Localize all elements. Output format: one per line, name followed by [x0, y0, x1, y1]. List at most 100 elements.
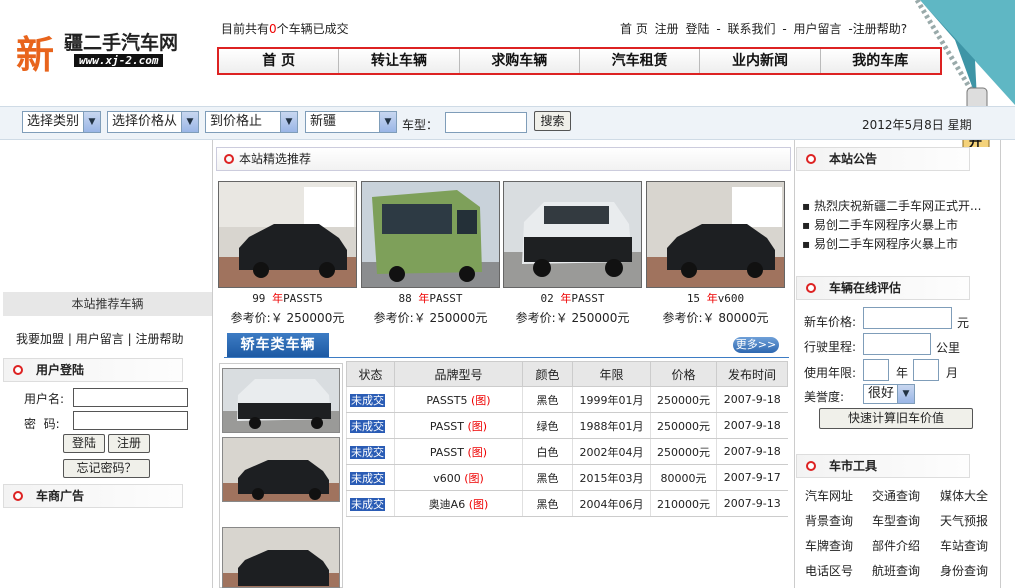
price-from-value: 选择价格从	[112, 114, 178, 129]
site-logo[interactable]: 新 疆二手汽车网 www.xj-2.com	[12, 18, 182, 77]
car-photo-icon	[223, 438, 339, 501]
notice-item[interactable]: ▪ 易创二手车网程序火暴上市	[802, 235, 958, 252]
tools-title: 车市工具	[829, 459, 878, 473]
featured-car-photo[interactable]	[218, 181, 357, 288]
photo-link[interactable]: (图)	[471, 394, 491, 407]
tool-link[interactable]: 汽车网址	[805, 487, 853, 504]
tab-corner	[182, 358, 212, 382]
featured-caption[interactable]: 15 年v600	[644, 290, 787, 306]
table-row[interactable]: 未成交 PASST (图) 白色 2002年04月 250000元 2007-9-18	[346, 438, 788, 465]
logo-url: www.xj-2.com	[74, 54, 164, 67]
featured-caption[interactable]: 99 年PASST5	[216, 290, 359, 306]
photo-link[interactable]: (图)	[468, 420, 488, 433]
model-link[interactable]: PASST	[430, 420, 464, 433]
tool-link[interactable]: 天气预报	[940, 512, 988, 529]
tool-link[interactable]: 车牌查询	[805, 537, 853, 554]
region-select[interactable]: 新疆 ▼	[305, 111, 397, 133]
sedan-title: 轿车类车辆	[227, 333, 329, 357]
col-price: 价格	[650, 361, 717, 387]
model-link[interactable]: v600	[433, 472, 461, 485]
featured-car-photo[interactable]	[361, 181, 500, 288]
more-button[interactable]: 更多>>	[733, 337, 779, 353]
tab-corner	[969, 454, 999, 478]
color-cell: 黑色	[522, 386, 573, 413]
date-cell: 2007-9-18	[716, 438, 788, 465]
sep: |	[67, 332, 72, 346]
tool-link[interactable]: 电话区号	[805, 562, 853, 579]
top-link-register[interactable]: 注册	[655, 22, 679, 36]
nav-transfer[interactable]: 转让车辆	[339, 49, 460, 73]
model-link[interactable]: 奥迪A6	[429, 498, 466, 511]
nav-rental[interactable]: 汽车租赁	[579, 49, 701, 73]
notice-text: 易创二手车网程序火暴上市	[813, 237, 958, 251]
model-link[interactable]: PASST5	[426, 394, 467, 407]
nav-news[interactable]: 业内新闻	[700, 49, 821, 73]
years-input[interactable]	[863, 359, 889, 381]
forgot-password-button[interactable]: 忘记密码？	[63, 459, 150, 478]
top-link-sep: -	[782, 22, 787, 36]
table-row[interactable]: 未成交 奥迪A6 (图) 黑色 2004年06月 210000元 2007-9-13	[346, 490, 788, 517]
login-button[interactable]: 登陆	[63, 434, 105, 453]
price-to-select[interactable]: 到价格止 ▼	[205, 111, 298, 133]
months-input[interactable]	[913, 359, 939, 381]
tool-link[interactable]: 背景查询	[805, 512, 853, 529]
cap-year: 99	[252, 292, 266, 305]
featured-caption[interactable]: 02 年PASST	[501, 290, 644, 306]
notice-item[interactable]: ▪ 易创二手车网程序火暴上市	[802, 216, 958, 233]
top-link-help[interactable]: -注册帮助?	[848, 22, 907, 36]
tool-link[interactable]: 媒体大全	[940, 487, 988, 504]
category-select[interactable]: 选择类别 ▼	[22, 111, 101, 133]
password-input[interactable]	[73, 411, 188, 430]
status-badge: 未成交	[350, 419, 385, 433]
featured-price: 参考价:￥ 250000元	[373, 311, 488, 325]
tool-link[interactable]: 部件介绍	[872, 537, 920, 554]
register-button[interactable]: 注册	[108, 434, 150, 453]
nav-home[interactable]: 首 页	[219, 49, 340, 73]
photo-link[interactable]: (图)	[464, 472, 484, 485]
table-row[interactable]: 未成交 v600 (图) 黑色 2015年03月 80000元 2007-9-17	[346, 464, 788, 491]
date-cell: 2007-9-18	[716, 412, 788, 439]
model-link[interactable]: PASST	[430, 446, 464, 459]
tool-link[interactable]: 车型查询	[872, 512, 920, 529]
table-row[interactable]: 未成交 PASST (图) 绿色 1988年01月 250000元 2007-9-18	[346, 412, 788, 439]
sedan-thumb[interactable]	[222, 527, 340, 588]
featured-car-photo[interactable]	[503, 181, 642, 288]
top-link-home[interactable]: 首 页	[620, 22, 648, 36]
price-from-select[interactable]: 选择价格从 ▼	[107, 111, 199, 133]
price-cell: 210000元	[650, 490, 717, 517]
tool-link[interactable]: 车站查询	[940, 537, 988, 554]
photo-link[interactable]: (图)	[468, 446, 488, 459]
tab-corner	[969, 276, 999, 300]
table-row[interactable]: 未成交 PASST5 (图) 黑色 1999年01月 250000元 2007-9-18	[346, 386, 788, 413]
price-cell: 250000元	[650, 412, 717, 439]
notice-item[interactable]: ▪ 热烈庆祝新疆二手车网正式开...	[802, 197, 981, 214]
link-register-help[interactable]: 注册帮助	[135, 332, 183, 346]
cap-year: 15	[686, 292, 701, 305]
sedan-thumb[interactable]	[222, 368, 340, 433]
new-price-input[interactable]	[863, 307, 952, 329]
tool-link[interactable]: 交通查询	[872, 487, 920, 504]
tool-link[interactable]: 身份查询	[940, 562, 988, 579]
sedan-thumb[interactable]	[222, 437, 340, 502]
search-button[interactable]: 搜索	[534, 111, 571, 131]
nav-wanted[interactable]: 求购车辆	[459, 49, 580, 73]
top-link-guestbook[interactable]: 用户留言	[794, 22, 842, 36]
link-guestbook[interactable]: 用户留言	[76, 332, 124, 346]
mileage-input[interactable]	[863, 333, 931, 355]
tool-link[interactable]: 航班查询	[872, 562, 920, 579]
price-cell: 80000元	[650, 464, 717, 491]
photo-link[interactable]: (图)	[469, 498, 489, 511]
color-cell: 绿色	[522, 412, 573, 439]
username-input[interactable]	[73, 388, 188, 407]
cartype-input[interactable]	[445, 112, 527, 133]
col-status: 状态	[346, 361, 395, 387]
top-link-login[interactable]: 登陆	[686, 22, 710, 36]
top-link-contact[interactable]: 联系我们	[728, 22, 776, 36]
condition-select[interactable]: 很好 ▼	[863, 384, 915, 404]
featured-car-photo[interactable]	[646, 181, 785, 288]
featured-title: 本站精选推荐	[239, 152, 312, 166]
calculate-button[interactable]: 快速计算旧车价值	[819, 408, 973, 429]
link-join[interactable]: 我要加盟	[16, 332, 64, 346]
featured-caption[interactable]: 88 年PASST	[359, 290, 502, 306]
status-badge: 未成交	[350, 393, 385, 407]
